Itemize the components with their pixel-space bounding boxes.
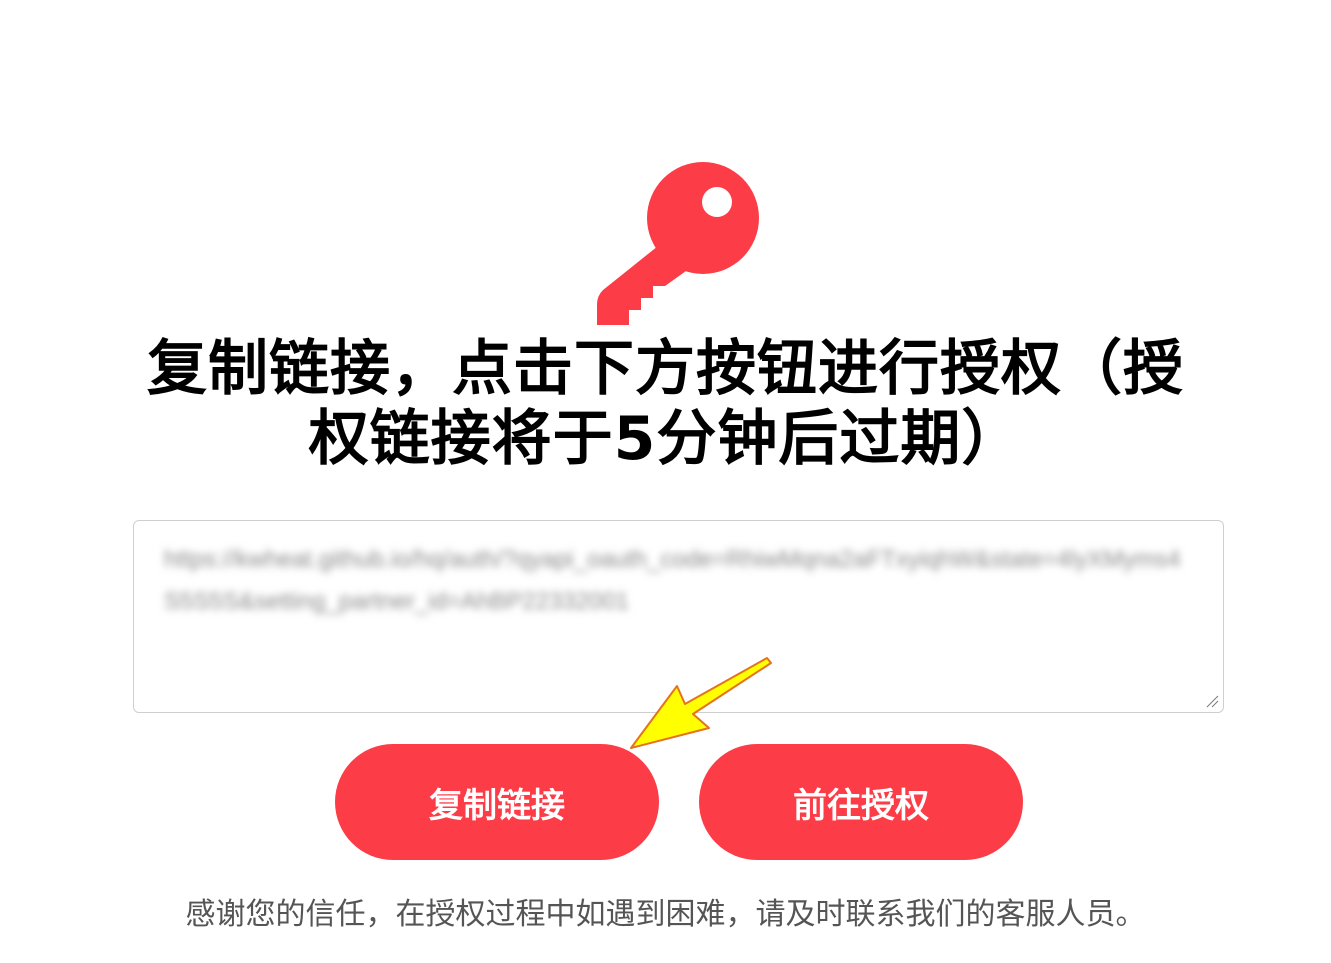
resize-handle-icon[interactable] <box>1205 694 1219 708</box>
page-title: 复制链接，点击下方按钮进行授权（授权链接将于5分钟后过期） <box>147 334 1184 474</box>
auth-link-text: https://kwheat.github.io/hq/auth/?qyapi_… <box>164 546 1181 615</box>
pointer-arrow-icon <box>630 657 772 749</box>
footer-note: 感谢您的信任，在授权过程中如遇到困难，请及时联系我们的客服人员。 <box>185 897 1146 932</box>
go-authorize-button[interactable]: 前往授权 <box>699 744 1023 860</box>
copy-link-button[interactable]: 复制链接 <box>335 744 659 860</box>
key-icon <box>597 162 759 325</box>
